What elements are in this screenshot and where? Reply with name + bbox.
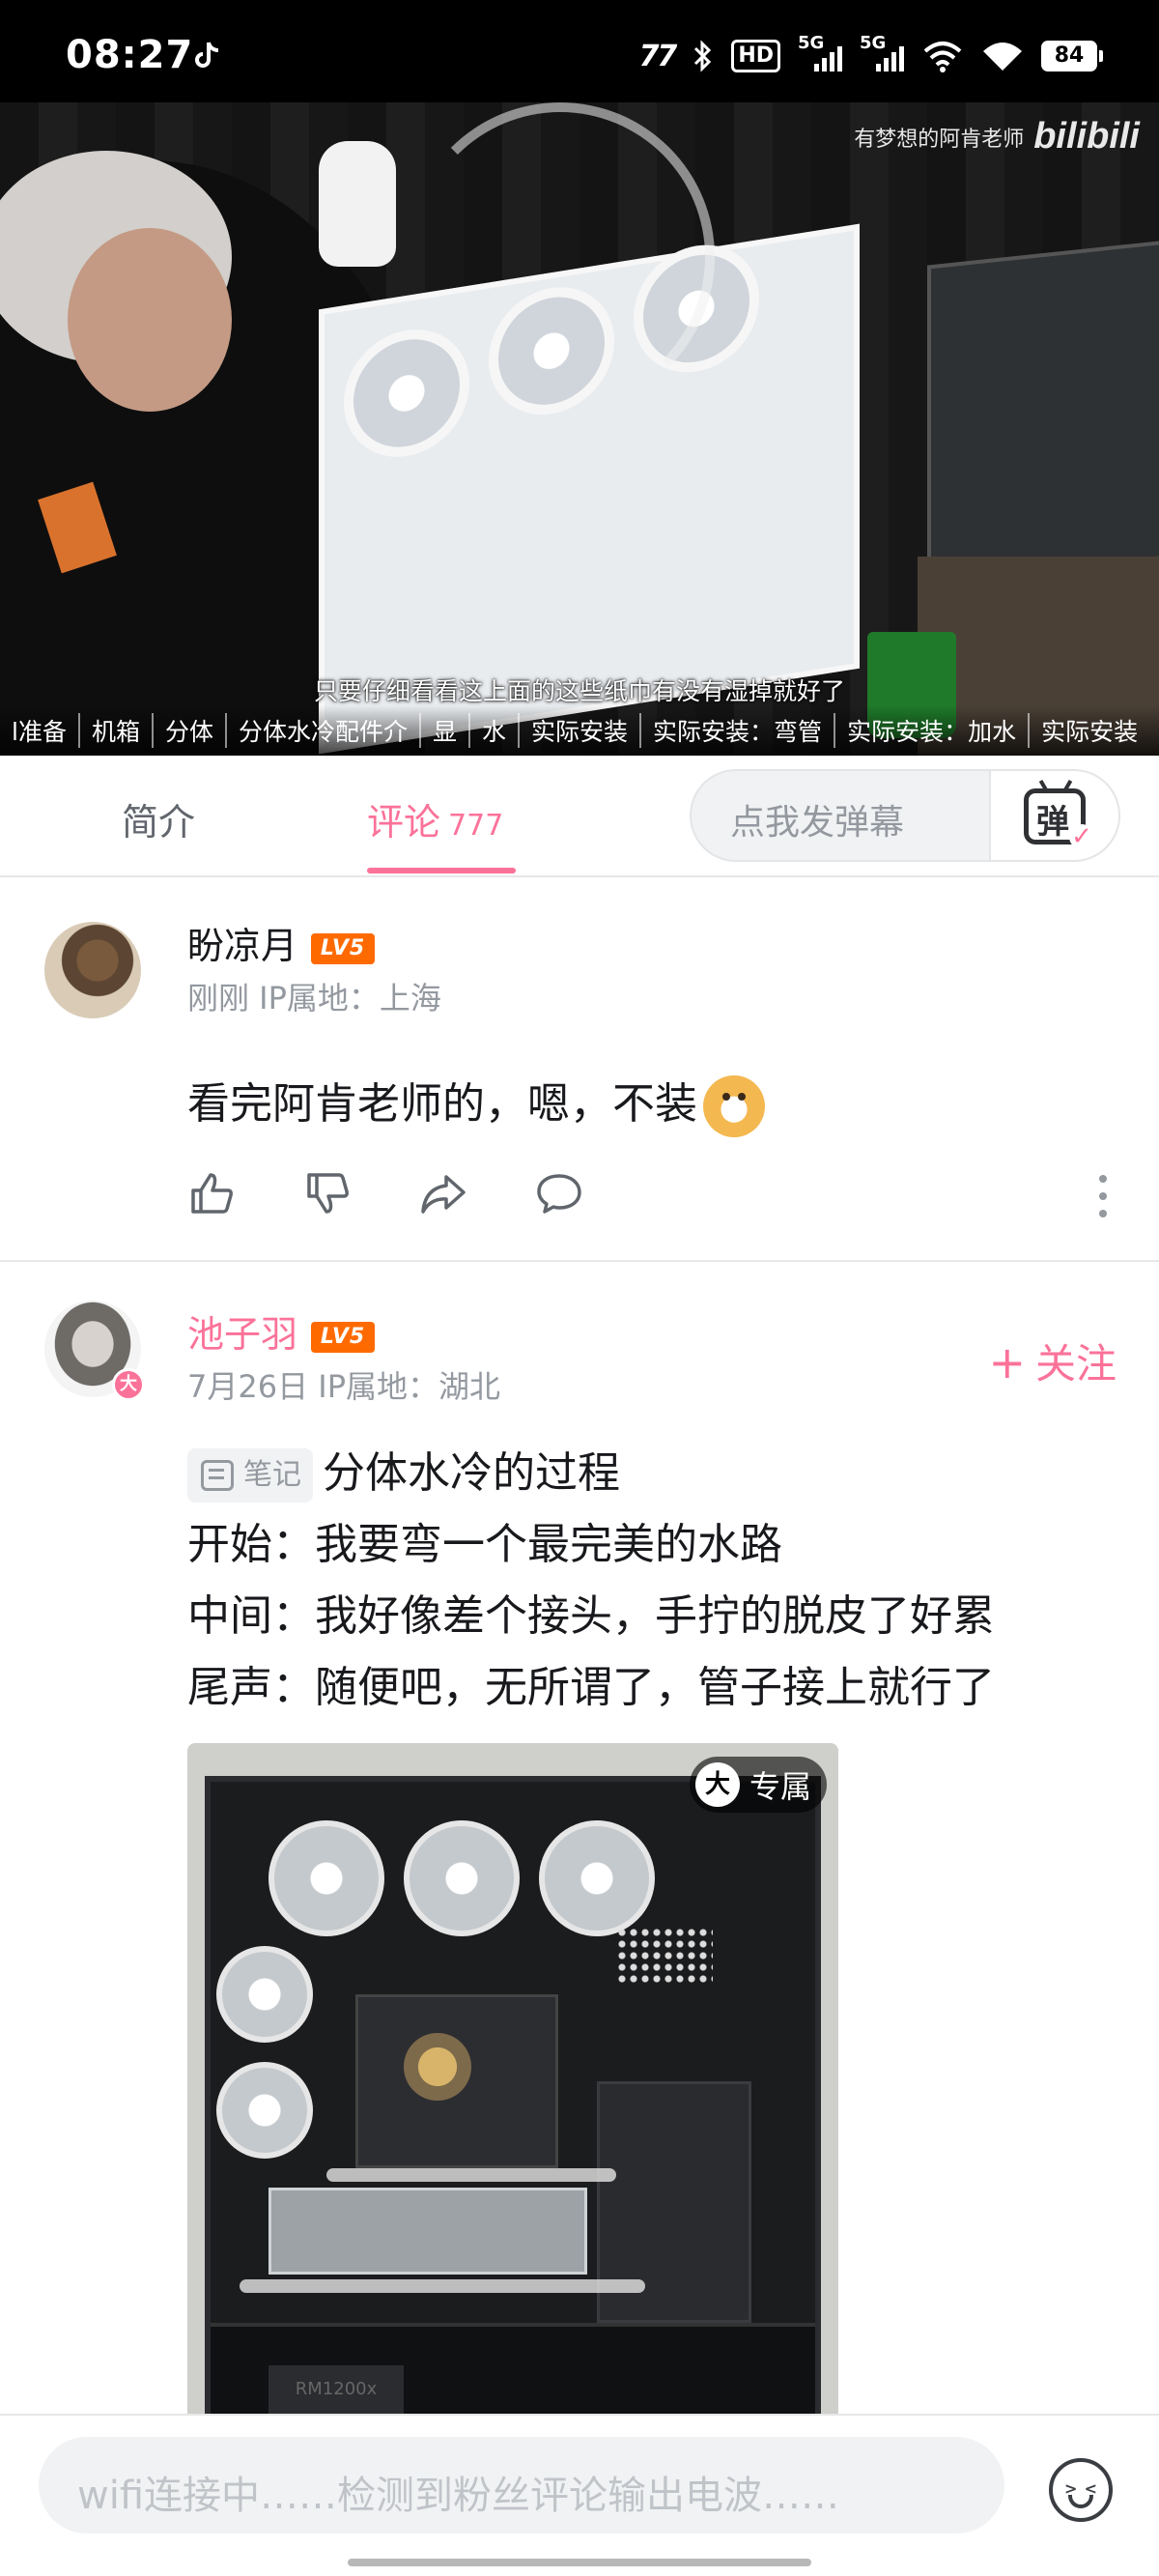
comment-text: 看完阿肯老师的，嗯，不装 [187,1069,765,1140]
comment-count: 777 [448,809,504,843]
home-indicator[interactable] [348,2559,811,2566]
exclusive-badge: 大 专属 [689,1757,827,1813]
comment-item: 大 池子羽 LV5 7月26日 IP属地：湖北 + 关注 笔记 分体水冷的过程 开始：… [0,1262,1159,2439]
reply-bar: wifi连接中……检测到粉丝评论输出电波…… > < [0,2414,1159,2576]
video-tube [406,102,715,412]
danmaku-placeholder: 点我发弹幕 [730,803,905,843]
avatar[interactable] [44,922,141,1018]
comment-username[interactable]: 盼凉月 LV5 [187,916,376,969]
chapter-item[interactable]: 实际安装 [520,713,642,748]
share-icon[interactable] [419,1169,467,1217]
tab-comments-label: 评论 [367,801,441,844]
comment-image[interactable]: RM1200x 大 专属 [187,1743,838,2439]
status-icons: 77 HD 5G 5G 84 [638,33,1103,75]
note-icon [201,1460,234,1491]
chapter-list[interactable]: l准备 机箱 分体 分体水冷配件介 显 水 实际安装 实际安装：弯管 实际安装：… [0,705,1159,756]
cell-signal-icon-1: 5G [798,33,842,73]
plus-icon: + [988,1336,1026,1388]
danmaku-icon: 弹 ✓ [1024,779,1094,849]
cell-signal-icon-2: 5G [860,33,904,73]
level-badge: LV5 [311,1321,376,1353]
chapter-item[interactable]: 实际安装 [1030,713,1149,748]
username-text: 盼凉月 [187,925,298,967]
chapter-item[interactable]: 机箱 [80,713,154,748]
carrier-logo: 77 [638,39,678,73]
video-player[interactable]: 有梦想的阿肯老师 bilibili 只要仔细看看这上面的这些纸巾有没有湿掉就好了… [0,102,1159,756]
reply-icon[interactable] [535,1169,583,1217]
reply-input[interactable]: wifi连接中……检测到粉丝评论输出电波…… [39,2437,1004,2533]
follow-label: 关注 [1034,1340,1117,1388]
more-options-icon[interactable] [1099,1175,1109,1217]
pc-case-illustration: RM1200x [205,1776,821,2439]
chapter-item[interactable]: 实际安装：弯管 [641,713,836,748]
comment-username[interactable]: 池子羽 LV5 [187,1304,376,1358]
avatar[interactable]: 大 [44,1301,145,1401]
exclusive-badge-icon: 大 [694,1762,740,1807]
comment-body: 看完阿肯老师的，嗯，不装 [187,1079,697,1129]
video-bottle [319,141,396,267]
tiktok-icon [195,42,219,68]
bilibili-logo: bilibili [1033,116,1140,157]
comment-line: 笔记 分体水冷的过程 [187,1438,995,1509]
tab-intro[interactable]: 简介 [122,792,195,845]
emoji-button-icon[interactable]: > < [1049,2458,1113,2522]
chapter-item[interactable]: 分体 [154,713,227,748]
username-text: 池子羽 [187,1313,298,1356]
note-tag[interactable]: 笔记 [187,1448,313,1503]
exclusive-badge-label: 专属 [749,1768,811,1805]
comment-item: 盼凉月 LV5 刚刚 IP属地：上海 看完阿肯老师的，嗯，不装 [0,879,1159,1262]
status-time: 08:27 [66,33,194,77]
comment-line: 开始：我要弯一个最完美的水路 [187,1520,782,1569]
video-monitor [927,239,1159,585]
comment-text: 笔记 分体水冷的过程 开始：我要弯一个最完美的水路 中间：我好像差个接头，手拧的脱… [187,1438,995,1724]
comment-line: 尾声：随便吧，无所谓了，管子接上就行了 [187,1663,995,1712]
comment-meta: 7月26日 IP属地：湖北 [187,1368,500,1405]
wifi-icon [983,43,1022,71]
chapter-item[interactable]: 显 [421,713,471,748]
comment-actions [187,1169,583,1227]
active-tab-indicator [367,868,516,873]
level-badge: LV5 [311,932,376,964]
chapter-item[interactable]: 分体水冷配件介 [227,713,421,748]
uploader-watermark: 有梦想的阿肯老师 [854,127,1025,152]
psu-label: RM1200x [269,2365,404,2414]
battery-indicator: 84 [1041,41,1103,72]
reply-placeholder: wifi连接中……检测到粉丝评论输出电波…… [77,2474,840,2518]
tab-comments[interactable]: 评论 777 [367,792,503,845]
danmaku-icon-char: 弹 [1036,803,1069,842]
danmaku-toggle-button[interactable]: 弹 ✓ [989,771,1118,860]
check-icon: ✓ [1069,824,1094,849]
follow-button[interactable]: + 关注 [988,1331,1117,1390]
danmaku-input[interactable]: 点我发弹幕 弹 ✓ [690,769,1120,862]
hd-voice-badge: HD [731,40,780,72]
note-tag-label: 笔记 [243,1458,301,1492]
comment-line-text: 分体水冷的过程 [323,1448,620,1498]
chapter-item[interactable]: 水 [470,713,521,748]
vip-badge: 大 [112,1368,145,1401]
doge-emoji-icon [703,1075,765,1137]
video-subtitle: 只要仔细看看这上面的这些纸巾有没有湿掉就好了 [313,677,845,705]
dislike-icon[interactable] [303,1169,352,1217]
video-watermark: 有梦想的阿肯老师 bilibili [854,116,1140,157]
like-icon[interactable] [187,1169,236,1217]
chapter-item[interactable]: l准备 [0,713,80,748]
wifi-calling-icon [923,42,962,72]
tab-bar: 简介 评论 777 点我发弹幕 弹 ✓ [0,756,1159,877]
bluetooth-icon [694,40,712,72]
comment-meta: 刚刚 IP属地：上海 [187,980,441,1016]
status-bar: 08:27 77 HD 5G 5G 84 [0,0,1159,102]
comment-line: 中间：我好像差个接头，手拧的脱皮了好累 [187,1591,995,1641]
chapter-item[interactable]: 实际安装：加水 [835,713,1031,748]
